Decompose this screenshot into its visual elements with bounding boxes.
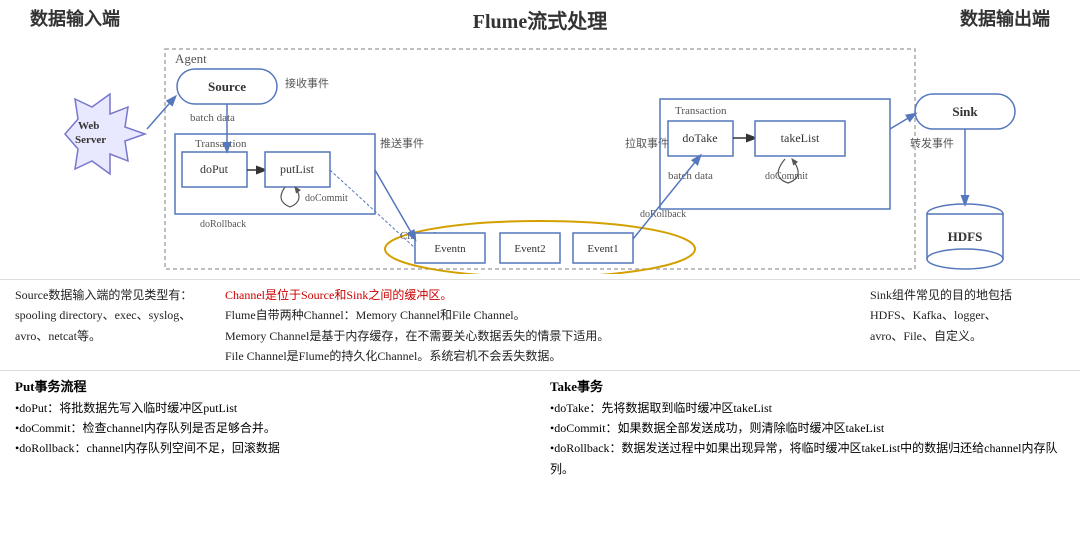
- bottom-left-item1: spooling directory、exec、syslog、: [15, 305, 210, 325]
- title-bar: 数据输入端 Flume流式处理 数据输出端: [0, 0, 1080, 39]
- svg-text:doTake: doTake: [682, 131, 717, 145]
- bottom-right-item2: avro、File、自定义。: [870, 326, 1065, 346]
- put-item3: •doRollback：channel内存队列空间不足，回滚数据: [15, 438, 530, 458]
- put-title: Put事务流程: [15, 376, 530, 398]
- page-container: 数据输入端 Flume流式处理 数据输出端 Agent Web Server S…: [0, 0, 1080, 539]
- title-right: 数据输出端: [960, 5, 1050, 34]
- svg-text:doPut: doPut: [200, 162, 229, 176]
- svg-text:doRollback: doRollback: [640, 209, 686, 220]
- svg-text:Transaction: Transaction: [195, 138, 247, 150]
- svg-text:拉取事件: 拉取事件: [625, 136, 669, 150]
- bottom-middle: Channel是位于Source和Sink之间的缓冲区。 Flume自带两种Ch…: [225, 285, 855, 367]
- svg-text:HDFS: HDFS: [948, 229, 983, 244]
- take-item1: •doTake：先将数据取到临时缓冲区takeList: [550, 398, 1065, 418]
- bottom-right-item1: HDFS、Kafka、logger、: [870, 305, 1065, 325]
- process-right: Take事务 •doTake：先将数据取到临时缓冲区takeList •doCo…: [550, 376, 1065, 480]
- take-title: Take事务: [550, 376, 1065, 398]
- put-item2: •doCommit：检查channel内存队列是否足够合并。: [15, 418, 530, 438]
- svg-text:Web: Web: [78, 120, 99, 132]
- take-item2: •doCommit：如果数据全部发送成功，则清除临时缓冲区takeList: [550, 418, 1065, 438]
- diagram-area: Agent Web Server Source batch data 接收事件 …: [0, 39, 1080, 279]
- svg-text:Transaction: Transaction: [675, 105, 727, 117]
- svg-text:batch data: batch data: [190, 112, 235, 124]
- svg-text:doCommit: doCommit: [765, 171, 808, 182]
- svg-text:doRollback: doRollback: [200, 219, 246, 230]
- svg-text:takeList: takeList: [781, 131, 820, 145]
- bottom-right-title: Sink组件常见的目的地包括: [870, 285, 1065, 305]
- bottom-section: Source数据输入端的常见类型有： spooling directory、ex…: [0, 279, 1080, 370]
- process-left: Put事务流程 •doPut：将批数据先写入临时缓冲区putList •doCo…: [15, 376, 530, 480]
- svg-text:Sink: Sink: [952, 104, 978, 119]
- svg-text:转发事件: 转发事件: [910, 136, 954, 150]
- bottom-left-item2: avro、netcat等。: [15, 326, 210, 346]
- svg-text:Eventn: Eventn: [434, 243, 466, 255]
- svg-text:Agent: Agent: [175, 51, 207, 66]
- svg-text:doCommit: doCommit: [305, 193, 348, 204]
- title-left: 数据输入端: [30, 5, 120, 34]
- middle-line1-colored: Channel是位于Source和Sink之间的缓冲区。: [225, 288, 452, 302]
- bottom-right: Sink组件常见的目的地包括 HDFS、Kafka、logger、 avro、F…: [870, 285, 1065, 367]
- take-item3: •doRollback：数据发送过程中如果出现异常，将临时缓冲区takeList…: [550, 438, 1065, 479]
- svg-text:Event2: Event2: [514, 243, 545, 255]
- svg-text:putList: putList: [280, 162, 315, 176]
- middle-line2: Flume自带两种Channel：Memory Channel和File Cha…: [225, 305, 855, 325]
- middle-line1: Channel是位于Source和Sink之间的缓冲区。: [225, 285, 855, 305]
- middle-line3: Memory Channel是基于内存缓存，在不需要关心数据丢失的情景下适用。: [225, 326, 855, 346]
- svg-text:Server: Server: [75, 134, 106, 146]
- svg-text:Event1: Event1: [587, 243, 618, 255]
- put-item1: •doPut：将批数据先写入临时缓冲区putList: [15, 398, 530, 418]
- svg-text:Source: Source: [208, 79, 246, 94]
- svg-text:batch data: batch data: [668, 170, 713, 182]
- title-center: Flume流式处理: [473, 5, 607, 34]
- middle-line4: File Channel是Flume的持久化Channel。系统宕机不会丢失数据…: [225, 346, 855, 366]
- bottom-left-title: Source数据输入端的常见类型有：: [15, 285, 210, 305]
- process-section: Put事务流程 •doPut：将批数据先写入临时缓冲区putList •doCo…: [0, 370, 1080, 483]
- svg-text:接收事件: 接收事件: [285, 76, 329, 90]
- svg-text:推送事件: 推送事件: [380, 136, 424, 150]
- bottom-left: Source数据输入端的常见类型有： spooling directory、ex…: [15, 285, 210, 367]
